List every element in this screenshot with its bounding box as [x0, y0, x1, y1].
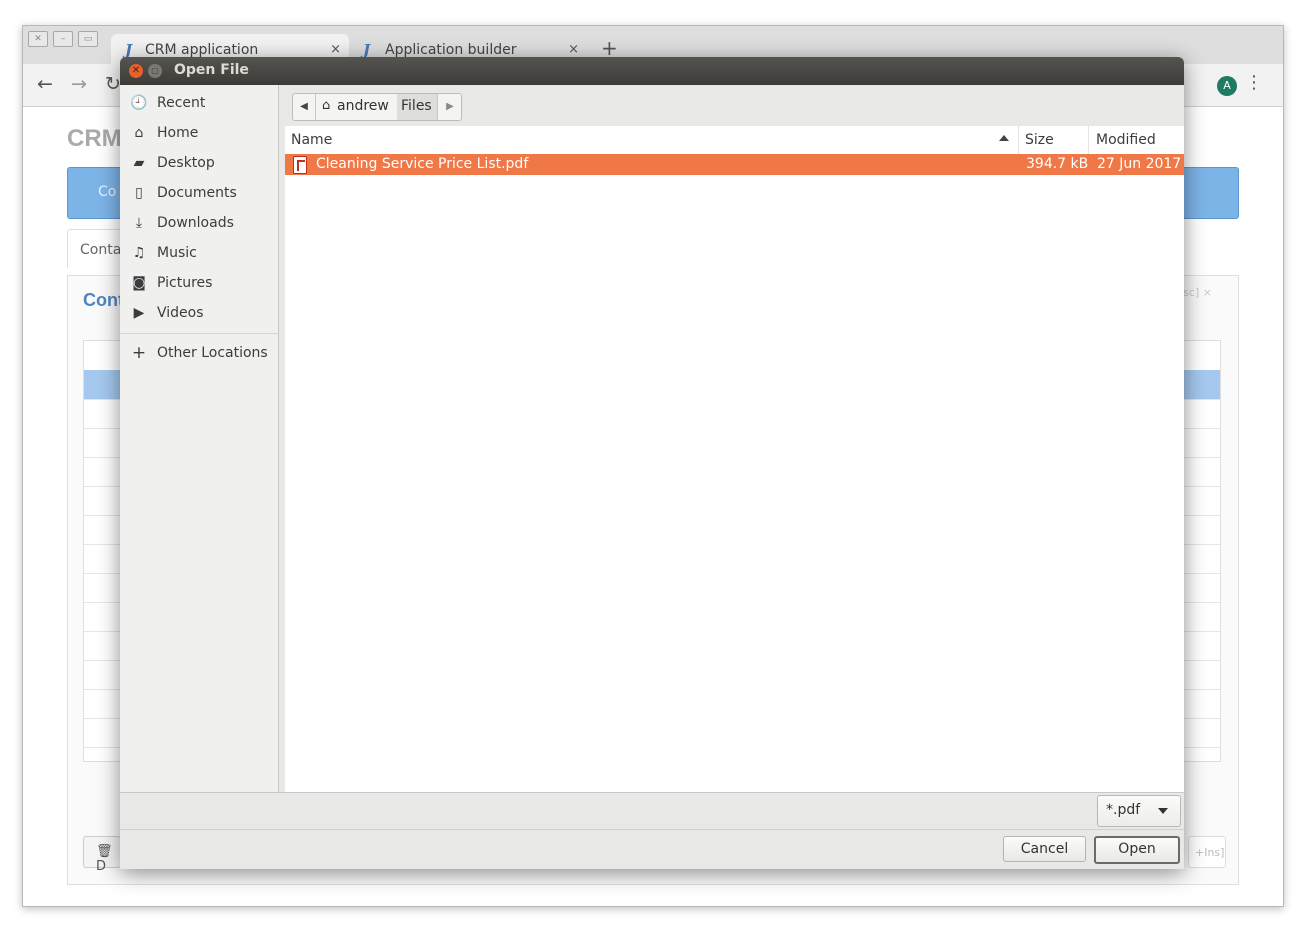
sidebar-item-label: Documents [157, 185, 237, 201]
sort-ascending-icon [999, 135, 1009, 141]
sidebar-item-videos[interactable]: ▶ Videos [120, 299, 278, 329]
home-icon: ⌂ [322, 98, 331, 113]
sidebar-item-label: Other Locations [157, 345, 268, 361]
browser-menu-icon[interactable]: ⋮ [1245, 74, 1263, 92]
dialog-titlebar: ✕ ▢ Open File [120, 57, 1184, 85]
sidebar-item-downloads[interactable]: ⤓ Downloads [120, 209, 278, 239]
open-file-dialog: ✕ ▢ Open File 🕘 Recent ⌂ Home ▰ Desktop … [120, 57, 1184, 869]
insert-hint-label: +Ins] [1195, 846, 1225, 859]
column-divider[interactable] [1018, 126, 1019, 154]
window-close-icon[interactable]: ✕ [28, 31, 48, 47]
places-sidebar: 🕘 Recent ⌂ Home ▰ Desktop ▯ Documents ⤓ … [120, 85, 279, 792]
file-row-selected[interactable]: Cleaning Service Price List.pdf 394.7 kB… [285, 154, 1184, 175]
window-minimize-icon[interactable]: – [53, 31, 73, 47]
sidebar-item-documents[interactable]: ▯ Documents [120, 179, 278, 209]
path-button-files[interactable]: Files [397, 94, 438, 120]
profile-avatar[interactable]: A [1217, 76, 1237, 96]
file-modified: 27 Jun 2017 [1097, 156, 1182, 172]
tab-label: Conta [80, 242, 122, 258]
panel-title: Cont [83, 290, 124, 310]
delete-button[interactable]: 🗑 D [83, 836, 121, 874]
sidebar-item-home[interactable]: ⌂ Home [120, 119, 278, 149]
sidebar-item-label: Videos [157, 305, 204, 321]
file-list: Name Size Modified Cleaning Service Pric… [285, 126, 1184, 792]
sidebar-item-other-locations[interactable]: + Other Locations [120, 339, 278, 369]
sidebar-item-desktop[interactable]: ▰ Desktop [120, 149, 278, 179]
plus-icon: + [131, 343, 147, 363]
app-title: CRM [67, 125, 122, 152]
column-header-modified[interactable]: Modified [1096, 132, 1156, 148]
sidebar-item-label: Home [157, 125, 199, 141]
sidebar-item-label: Recent [157, 95, 206, 111]
sidebar-item-label: Desktop [157, 155, 215, 171]
open-button[interactable]: Open [1094, 836, 1180, 864]
sidebar-item-pictures[interactable]: ◙ Pictures [120, 269, 278, 299]
file-name: Cleaning Service Price List.pdf [316, 156, 529, 172]
close-icon[interactable]: ✕ [129, 64, 143, 78]
chevron-down-icon [1158, 808, 1168, 814]
sidebar-item-recent[interactable]: 🕘 Recent [120, 89, 278, 119]
filter-bar: *.pdf [120, 792, 1184, 830]
column-header-name[interactable]: Name [291, 132, 332, 148]
forward-arrow-icon[interactable]: → [71, 73, 87, 95]
music-icon: ♫ [132, 245, 146, 261]
dialog-title: Open File [174, 62, 249, 78]
reload-icon[interactable]: ↻ [105, 73, 121, 95]
panel-close-hint[interactable]: sc] × [1183, 286, 1212, 299]
cancel-button[interactable]: Cancel [1003, 836, 1086, 862]
folder-icon: ▰ [133, 155, 145, 171]
sidebar-item-music[interactable]: ♫ Music [120, 239, 278, 269]
pdf-file-icon [293, 156, 307, 174]
file-type-filter-select[interactable]: *.pdf [1097, 795, 1181, 827]
path-current-label: Files [401, 98, 432, 114]
path-bar: ◀ ⌂ andrew Files ▶ [292, 93, 462, 121]
window-maximize-icon[interactable]: ▭ [78, 31, 98, 47]
sidebar-item-label: Music [157, 245, 197, 261]
home-icon: ⌂ [134, 125, 144, 141]
back-arrow-icon[interactable]: ← [37, 73, 53, 95]
clock-icon: 🕘 [130, 95, 148, 111]
file-list-header: Name Size Modified [285, 126, 1184, 155]
camera-icon: ◙ [132, 275, 146, 291]
document-icon: ▯ [135, 185, 143, 201]
sidebar-divider [120, 333, 278, 334]
path-left-arrow-icon[interactable]: ◀ [293, 94, 315, 120]
sidebar-item-label: Pictures [157, 275, 213, 291]
sidebar-item-label: Downloads [157, 215, 234, 231]
path-home-label: andrew [337, 98, 389, 114]
maximize-icon[interactable]: ▢ [148, 64, 162, 78]
column-divider[interactable] [1088, 126, 1089, 154]
header-bar-text: Co [98, 184, 117, 200]
insert-hint-button[interactable]: +Ins] [1188, 836, 1226, 868]
path-right-arrow-icon[interactable]: ▶ [439, 94, 461, 120]
file-size: 394.7 kB [1026, 156, 1089, 172]
path-button-home[interactable]: ⌂ andrew [315, 94, 399, 120]
filter-value: *.pdf [1106, 802, 1141, 818]
column-header-size[interactable]: Size [1025, 132, 1054, 148]
delete-button-label: 🗑 D [96, 844, 113, 874]
download-icon: ⤓ [135, 215, 143, 231]
video-icon: ▶ [133, 305, 145, 321]
